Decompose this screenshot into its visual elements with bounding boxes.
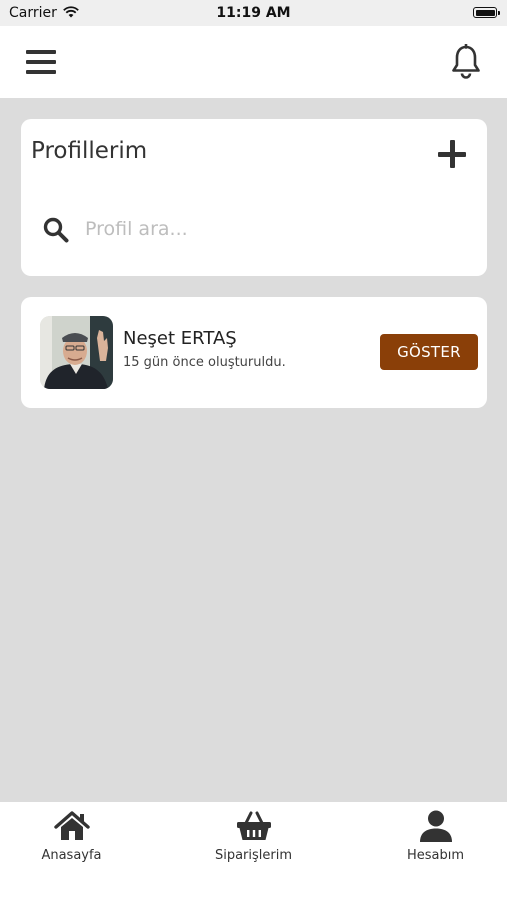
battery-icon [473, 7, 500, 18]
user-icon [419, 810, 452, 842]
profile-search-input[interactable] [85, 209, 465, 249]
status-bar: Carrier 11:19 AM [0, 0, 507, 26]
tab-account[interactable]: Hesabım [351, 802, 507, 900]
profiles-title: Profillerim [31, 138, 148, 164]
tab-orders-label: Siparişlerim [214, 848, 293, 863]
profile-avatar [40, 316, 113, 389]
add-profile-button[interactable] [438, 140, 468, 170]
menu-icon[interactable] [26, 50, 56, 74]
tab-orders[interactable]: Siparişlerim [169, 802, 338, 900]
clock: 11:19 AM [216, 5, 291, 21]
show-profile-button[interactable]: GÖSTER [380, 334, 478, 370]
home-icon [53, 811, 90, 840]
profile-list-item: Neşet ERTAŞ 15 gün önce oluşturuldu. GÖS… [21, 297, 487, 408]
tab-home-label: Anasayfa [41, 848, 102, 863]
profiles-card: Profillerim [21, 119, 487, 276]
basket-icon [236, 811, 271, 840]
top-navigation-bar [0, 26, 507, 98]
tab-account-label: Hesabım [406, 848, 465, 863]
bottom-tab-bar: Anasayfa Siparişlerim Hesabım [0, 802, 507, 900]
profile-created-text: 15 gün önce oluşturuldu. [123, 355, 286, 370]
tab-home[interactable]: Anasayfa [0, 802, 156, 900]
profile-name: Neşet ERTAŞ [123, 328, 237, 349]
bell-icon[interactable] [450, 44, 482, 80]
search-icon [43, 217, 69, 243]
